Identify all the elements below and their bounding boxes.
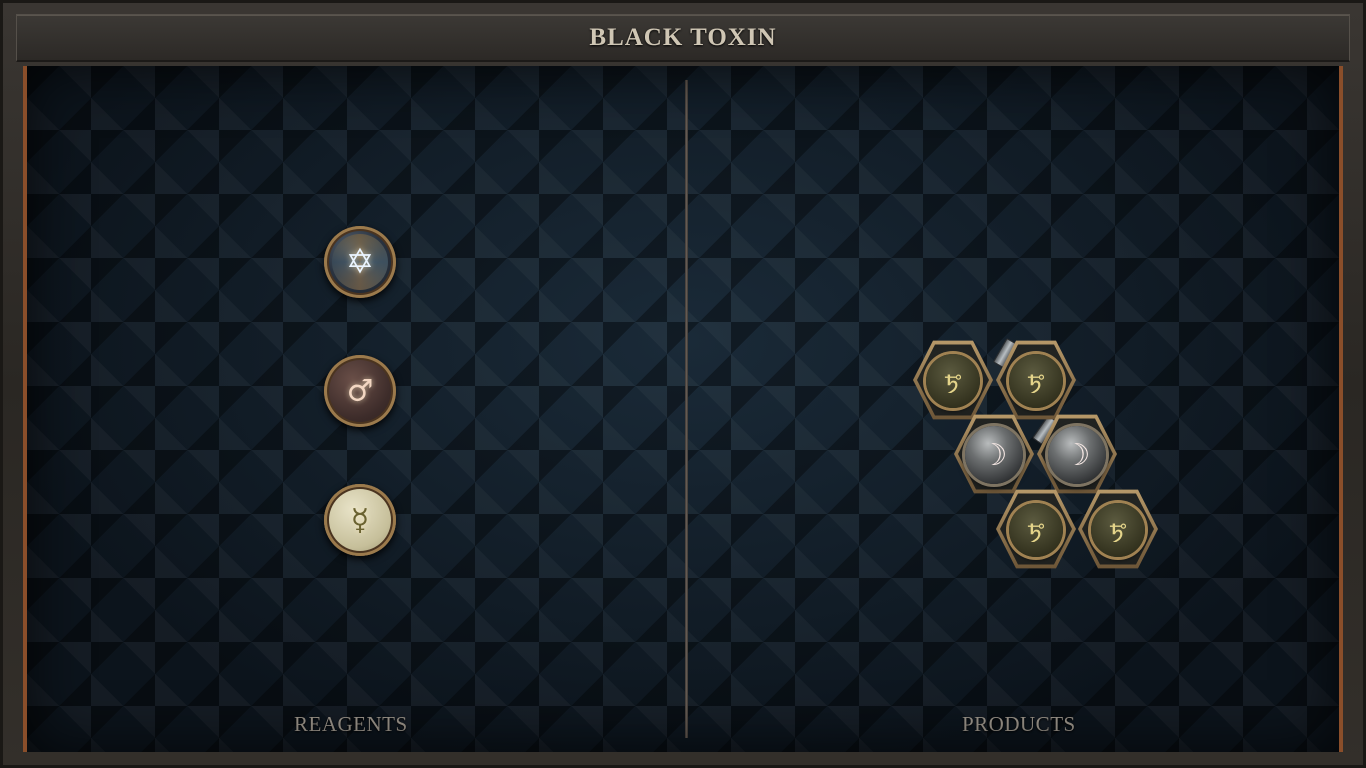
reagent-mars[interactable]: ♂	[324, 355, 396, 427]
puzzle-title: BLACK TOXIN	[589, 23, 777, 51]
title-bar: BLACK TOXIN	[16, 14, 1350, 62]
lead-atom-icon: 🜪	[1009, 354, 1063, 408]
reagents-label: REAGENTS	[294, 712, 408, 736]
salt-star-icon: ✡	[345, 242, 375, 282]
section-divider	[685, 80, 688, 738]
mercury-icon: ☿	[350, 502, 370, 538]
mars-icon: ♂	[346, 373, 374, 409]
product-molecule[interactable]: 🜪 🜪 ☽ ☽ 🜪 🜪	[887, 271, 1158, 569]
recipe-panel: ✡ ♂ ☿ 🜪 🜪 ☽ ☽ 🜪 🜪 REAGENTS PRODUCTS	[23, 66, 1343, 752]
lead-atom-icon: 🜪	[1009, 503, 1063, 557]
silver-atom-icon: ☽	[965, 426, 1023, 484]
lead-atom-icon: 🜪	[926, 354, 980, 408]
silver-atom-icon: ☽	[1048, 426, 1106, 484]
lead-atom-icon: 🜪	[1091, 503, 1145, 557]
reagent-mercury[interactable]: ☿	[324, 484, 396, 556]
products-label: PRODUCTS	[962, 712, 1076, 736]
reagent-salt[interactable]: ✡	[324, 226, 396, 298]
